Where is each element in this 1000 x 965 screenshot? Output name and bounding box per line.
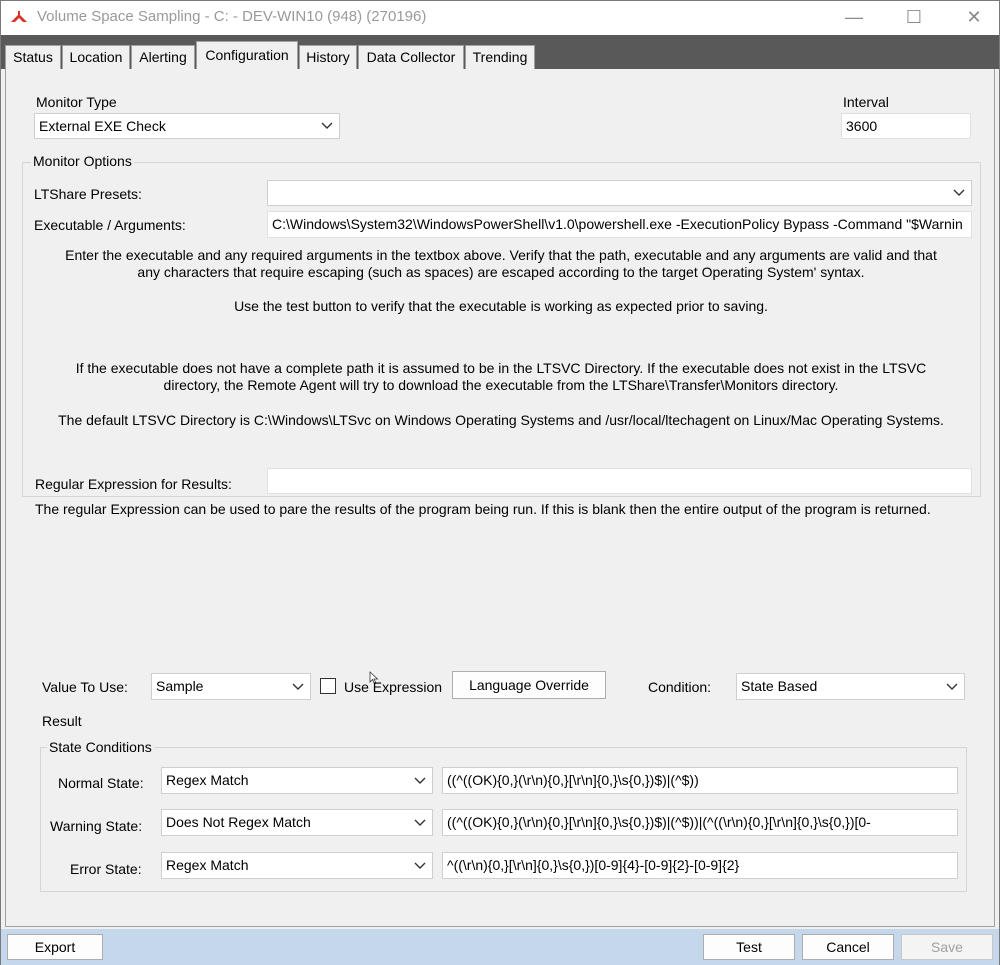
ltshare-presets-label: LTShare Presets: bbox=[34, 186, 142, 202]
chevron-down-icon bbox=[414, 777, 426, 784]
help-text-default-directory: The default LTSVC Directory is C:\Window… bbox=[58, 412, 944, 428]
tab-strip: Status Location Alerting Configuration H… bbox=[1, 35, 999, 70]
error-state-label: Error State: bbox=[70, 861, 142, 877]
tab-data-collector[interactable]: Data Collector bbox=[358, 45, 464, 69]
title-bar: Volume Space Sampling - C: - DEV-WIN10 (… bbox=[1, 1, 999, 35]
ltshare-presets-select[interactable] bbox=[267, 180, 972, 206]
chevron-down-icon bbox=[292, 683, 304, 690]
help-text-test: Use the test button to verify that the e… bbox=[234, 298, 768, 314]
monitor-type-label: Monitor Type bbox=[36, 94, 117, 110]
tab-trending[interactable]: Trending bbox=[465, 45, 535, 69]
value-to-use-label: Value To Use: bbox=[42, 679, 128, 695]
minimize-button[interactable]: — bbox=[831, 3, 877, 33]
language-override-button[interactable]: Language Override bbox=[452, 671, 606, 699]
chevron-down-icon bbox=[953, 189, 965, 196]
save-button[interactable]: Save bbox=[901, 934, 993, 960]
regex-help-text: The regular Expression can be used to pa… bbox=[35, 501, 931, 517]
regex-results-input[interactable] bbox=[267, 468, 972, 494]
main-window: Volume Space Sampling - C: - DEV-WIN10 (… bbox=[0, 0, 1000, 965]
error-state-select[interactable]: Regex Match bbox=[161, 852, 433, 879]
chevron-down-icon bbox=[414, 819, 426, 826]
normal-state-select[interactable]: Regex Match bbox=[161, 767, 433, 794]
normal-state-expression-input[interactable]: ((^((OK){0,}(\r\n){0,}[\r\n]{0,}\s{0,})$… bbox=[442, 767, 958, 794]
cancel-button[interactable]: Cancel bbox=[802, 934, 894, 960]
monitor-type-value: External EXE Check bbox=[39, 118, 166, 134]
monitor-type-select[interactable]: External EXE Check bbox=[34, 113, 340, 139]
interval-label: Interval bbox=[843, 94, 889, 110]
chevron-down-icon bbox=[321, 122, 333, 129]
app-logo-icon bbox=[11, 11, 27, 22]
maximize-button[interactable]: ☐ bbox=[891, 3, 937, 33]
state-conditions-title: State Conditions bbox=[47, 739, 154, 755]
executable-arguments-input[interactable]: C:\Windows\System32\WindowsPowerShell\v1… bbox=[267, 211, 972, 238]
chevron-down-icon bbox=[946, 683, 958, 690]
condition-label: Condition: bbox=[648, 679, 712, 695]
value-to-use-select[interactable]: Sample bbox=[151, 673, 311, 700]
help-text-executable: Enter the executable and any required ar… bbox=[65, 247, 937, 280]
close-button[interactable]: ✕ bbox=[951, 3, 997, 33]
bottom-button-bar: Export Test Cancel Save bbox=[1, 929, 999, 965]
test-button[interactable]: Test bbox=[703, 934, 795, 960]
tab-history[interactable]: History bbox=[299, 45, 357, 69]
condition-select[interactable]: State Based bbox=[736, 673, 965, 700]
interval-input[interactable]: 3600 bbox=[841, 113, 971, 139]
result-label: Result bbox=[42, 713, 82, 729]
chevron-down-icon bbox=[414, 862, 426, 869]
export-button[interactable]: Export bbox=[7, 934, 103, 960]
error-state-expression-input[interactable]: ^((\r\n){0,}[\r\n]{0,}\s{0,})[0-9]{4}-[0… bbox=[442, 852, 958, 879]
tab-configuration[interactable]: Configuration bbox=[196, 41, 298, 70]
window-title: Volume Space Sampling - C: - DEV-WIN10 (… bbox=[37, 8, 427, 25]
tab-status[interactable]: Status bbox=[5, 45, 61, 69]
tab-alerting[interactable]: Alerting bbox=[131, 45, 195, 69]
regex-results-label: Regular Expression for Results: bbox=[35, 476, 232, 492]
use-expression-label: Use Expression bbox=[344, 679, 443, 695]
tab-location[interactable]: Location bbox=[62, 45, 130, 69]
warning-state-label: Warning State: bbox=[50, 818, 143, 834]
monitor-options-title: Monitor Options bbox=[31, 153, 134, 169]
use-expression-checkbox[interactable] bbox=[320, 678, 336, 694]
warning-state-expression-input[interactable]: ((^((OK){0,}(\r\n){0,}[\r\n]{0,}\s{0,})$… bbox=[442, 809, 958, 836]
configuration-panel: Monitor Type External EXE Check Interval… bbox=[5, 69, 995, 927]
executable-arguments-label: Executable / Arguments: bbox=[34, 217, 186, 233]
normal-state-label: Normal State: bbox=[58, 775, 144, 791]
warning-state-select[interactable]: Does Not Regex Match bbox=[161, 809, 433, 836]
help-text-ltsvc-path: If the executable does not have a comple… bbox=[75, 360, 927, 393]
